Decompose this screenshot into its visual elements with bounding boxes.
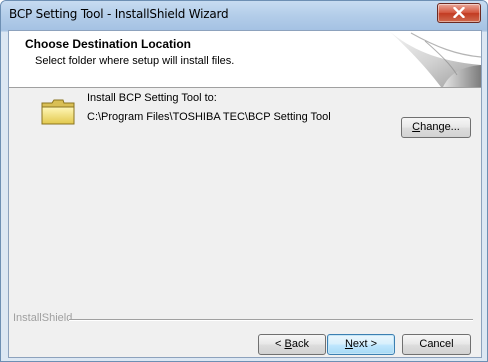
destination-path: C:\Program Files\TOSHIBA TEC\BCP Setting…	[87, 111, 331, 123]
cancel-button[interactable]: Cancel	[402, 334, 471, 355]
back-button-prefix: <	[275, 338, 285, 350]
wizard-client-area: Choose Destination Location Select folde…	[8, 30, 482, 358]
back-button-rest: ack	[291, 338, 309, 350]
change-button[interactable]: Change...	[401, 117, 471, 138]
install-to-label: Install BCP Setting Tool to:	[87, 92, 217, 104]
page-curl-art	[389, 31, 481, 87]
back-button[interactable]: < Back	[258, 334, 326, 355]
change-button-rest: hange...	[420, 121, 460, 133]
installer-window: BCP Setting Tool - InstallShield Wizard …	[0, 0, 488, 362]
window-title: BCP Setting Tool - InstallShield Wizard	[9, 7, 229, 21]
change-button-accel: C	[412, 121, 421, 133]
wizard-header: Choose Destination Location Select folde…	[9, 31, 481, 88]
close-button[interactable]	[437, 3, 481, 23]
next-button[interactable]: Next >	[327, 334, 395, 355]
back-button-accel: B	[284, 338, 292, 350]
page-title: Choose Destination Location	[25, 37, 192, 51]
title-bar[interactable]: BCP Setting Tool - InstallShield Wizard	[1, 1, 487, 30]
installshield-brand: InstallShield	[13, 312, 73, 324]
next-button-rest: ext >	[352, 338, 378, 350]
page-subtitle: Select folder where setup will install f…	[35, 55, 235, 67]
footer-divider	[69, 319, 473, 321]
close-icon	[453, 7, 465, 18]
next-button-accel: N	[344, 338, 353, 350]
folder-icon	[41, 99, 75, 125]
